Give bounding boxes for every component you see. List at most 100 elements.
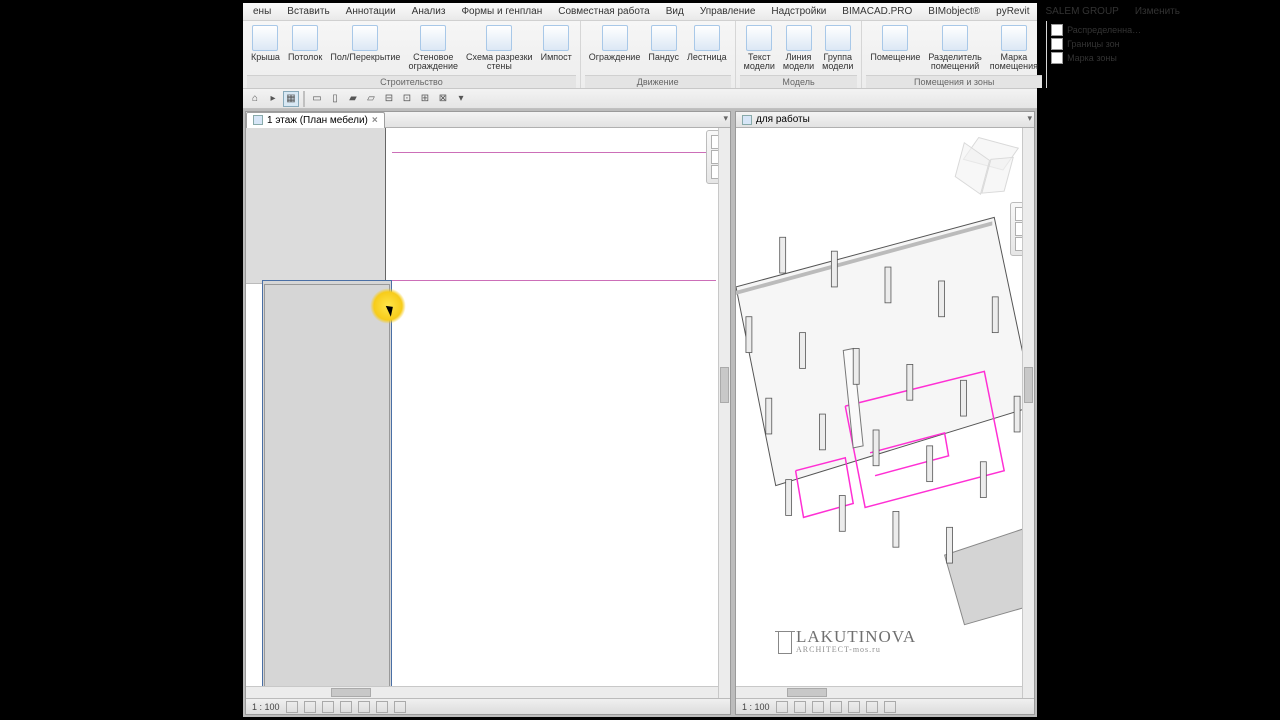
curtain-grid-button[interactable]: Схема разрезки стены — [462, 23, 537, 73]
menu-bar: ены Вставить Аннотации Анализ Формы и ге… — [243, 3, 1037, 21]
sun-path-icon[interactable] — [322, 701, 334, 713]
curtain-wall-button[interactable]: Стеновое ограждение — [404, 23, 462, 73]
plan-canvas[interactable] — [246, 128, 730, 698]
area-icon — [1051, 24, 1063, 36]
tag-icon[interactable]: ⊠ — [435, 91, 451, 107]
visual-style-icon[interactable] — [794, 701, 806, 713]
hide-icon[interactable] — [866, 701, 878, 713]
ramp-icon — [651, 25, 677, 51]
workspace: 1 этаж (План мебели) × ▾ — [243, 109, 1037, 717]
zone-boundary-button[interactable]: Границы зон — [1051, 38, 1141, 50]
arrow-icon[interactable]: ▸ — [265, 91, 281, 107]
mullion-button[interactable]: Импост — [537, 23, 576, 73]
text-icon — [746, 25, 772, 51]
zone-tag-button[interactable]: Марка зоны — [1051, 52, 1141, 64]
hide-icon[interactable] — [376, 701, 388, 713]
menu-item[interactable]: Вид — [658, 5, 692, 18]
menu-item[interactable]: Вставить — [279, 5, 337, 18]
model-text-button[interactable]: Текст модели — [740, 23, 779, 73]
roof-button[interactable]: Крыша — [247, 23, 284, 73]
mullion-icon — [543, 25, 569, 51]
sun-path-icon[interactable] — [812, 701, 824, 713]
ribbon-group-circulation: Ограждение Пандус Лестница Движение — [581, 21, 736, 88]
menu-item[interactable]: SALEM GROUP — [1038, 5, 1127, 18]
ceiling-button[interactable]: Потолок — [284, 23, 326, 73]
reveal-icon[interactable] — [394, 701, 406, 713]
stair-button[interactable]: Лестница — [683, 23, 731, 64]
room-icon — [882, 25, 908, 51]
align-icon[interactable]: ▭ — [309, 91, 325, 107]
menu-item[interactable]: ены — [245, 5, 279, 18]
plan-background — [246, 128, 386, 284]
detail-level-icon[interactable] — [776, 701, 788, 713]
view-tabbar-left: 1 этаж (План мебели) × ▾ — [246, 112, 730, 128]
split-icon[interactable]: ▱ — [363, 91, 379, 107]
scale-label[interactable]: 1 : 100 — [742, 702, 770, 712]
line-icon — [786, 25, 812, 51]
tab-dropdown-icon[interactable]: ▾ — [723, 113, 728, 124]
reveal-icon[interactable] — [884, 701, 896, 713]
group-label: Движение — [585, 75, 731, 88]
curtain-wall-icon — [420, 25, 446, 51]
menu-item[interactable]: pyRevit — [988, 5, 1037, 18]
detail-level-icon[interactable] — [286, 701, 298, 713]
crop-icon[interactable] — [848, 701, 860, 713]
pin-icon[interactable]: ⊟ — [381, 91, 397, 107]
measure-icon[interactable]: ⊡ — [399, 91, 415, 107]
grid-line — [392, 152, 716, 153]
shadows-icon[interactable] — [830, 701, 842, 713]
plan-slab-inner — [264, 284, 390, 698]
railing-icon — [602, 25, 628, 51]
menu-item[interactable]: Совместная работа — [550, 5, 658, 18]
home-icon[interactable]: ⌂ — [247, 91, 263, 107]
scale-label[interactable]: 1 : 100 — [252, 702, 280, 712]
scrollbar-horizontal[interactable] — [246, 686, 718, 698]
grid-icon — [486, 25, 512, 51]
model-group-button[interactable]: Группа модели — [818, 23, 857, 73]
thin-lines-icon[interactable]: ▦ — [283, 91, 299, 107]
menu-item[interactable]: Надстройки — [763, 5, 834, 18]
menu-item[interactable]: Формы и генплан — [453, 5, 550, 18]
tab-3d[interactable]: для работы — [736, 112, 816, 128]
scrollbar-vertical[interactable] — [718, 128, 730, 698]
dimension-icon[interactable]: ⊞ — [417, 91, 433, 107]
room-button[interactable]: Помещение — [866, 23, 924, 73]
scroll-thumb[interactable] — [1024, 367, 1033, 403]
model-line-button[interactable]: Линия модели — [779, 23, 818, 73]
scrollbar-vertical[interactable] — [1022, 128, 1034, 698]
menu-item[interactable]: Управление — [692, 5, 764, 18]
model-canvas[interactable]: LAKUTINOVA ARCHITECT-mos.ru — [736, 128, 1034, 698]
view-plan: 1 этаж (План мебели) × ▾ — [245, 111, 731, 715]
railing-button[interactable]: Ограждение — [585, 23, 645, 64]
join-icon[interactable]: ▰ — [345, 91, 361, 107]
ramp-button[interactable]: Пандус — [644, 23, 683, 64]
area-button[interactable]: Распределенна… — [1051, 24, 1141, 36]
room-tag-button[interactable]: Марка помещения — [986, 23, 1042, 73]
scroll-thumb[interactable] — [787, 688, 827, 697]
floor-button[interactable]: Пол/Перекрытие — [326, 23, 404, 73]
stair-icon — [694, 25, 720, 51]
room-separator-button[interactable]: Разделитель помещений — [924, 23, 985, 73]
group-label: Помещения и зоны — [866, 75, 1042, 88]
menu-item[interactable]: Изменить — [1127, 5, 1188, 18]
close-icon[interactable]: × — [372, 115, 378, 126]
zone-tag-icon — [1051, 52, 1063, 64]
menu-item[interactable]: Анализ — [404, 5, 454, 18]
document-icon — [742, 115, 752, 125]
visual-style-icon[interactable] — [304, 701, 316, 713]
dropdown-icon[interactable]: ▾ — [453, 91, 469, 107]
status-bar-right: 1 : 100 — [736, 698, 1034, 714]
menu-item[interactable]: Аннотации — [338, 5, 404, 18]
crop-icon[interactable] — [358, 701, 370, 713]
cut-icon[interactable]: ▯ — [327, 91, 343, 107]
tag-icon — [1001, 25, 1027, 51]
tab-dropdown-icon[interactable]: ▾ — [1027, 113, 1032, 124]
shadows-icon[interactable] — [340, 701, 352, 713]
scroll-thumb[interactable] — [720, 367, 729, 403]
menu-item[interactable]: BIMACAD.PRO — [834, 5, 920, 18]
scrollbar-horizontal[interactable] — [736, 686, 1022, 698]
scroll-thumb[interactable] — [331, 688, 371, 697]
tab-plan[interactable]: 1 этаж (План мебели) × — [246, 112, 385, 128]
menu-item[interactable]: BIMobject® — [920, 5, 988, 18]
ribbon: Крыша Потолок Пол/Перекрытие Стеновое ог… — [243, 21, 1037, 89]
